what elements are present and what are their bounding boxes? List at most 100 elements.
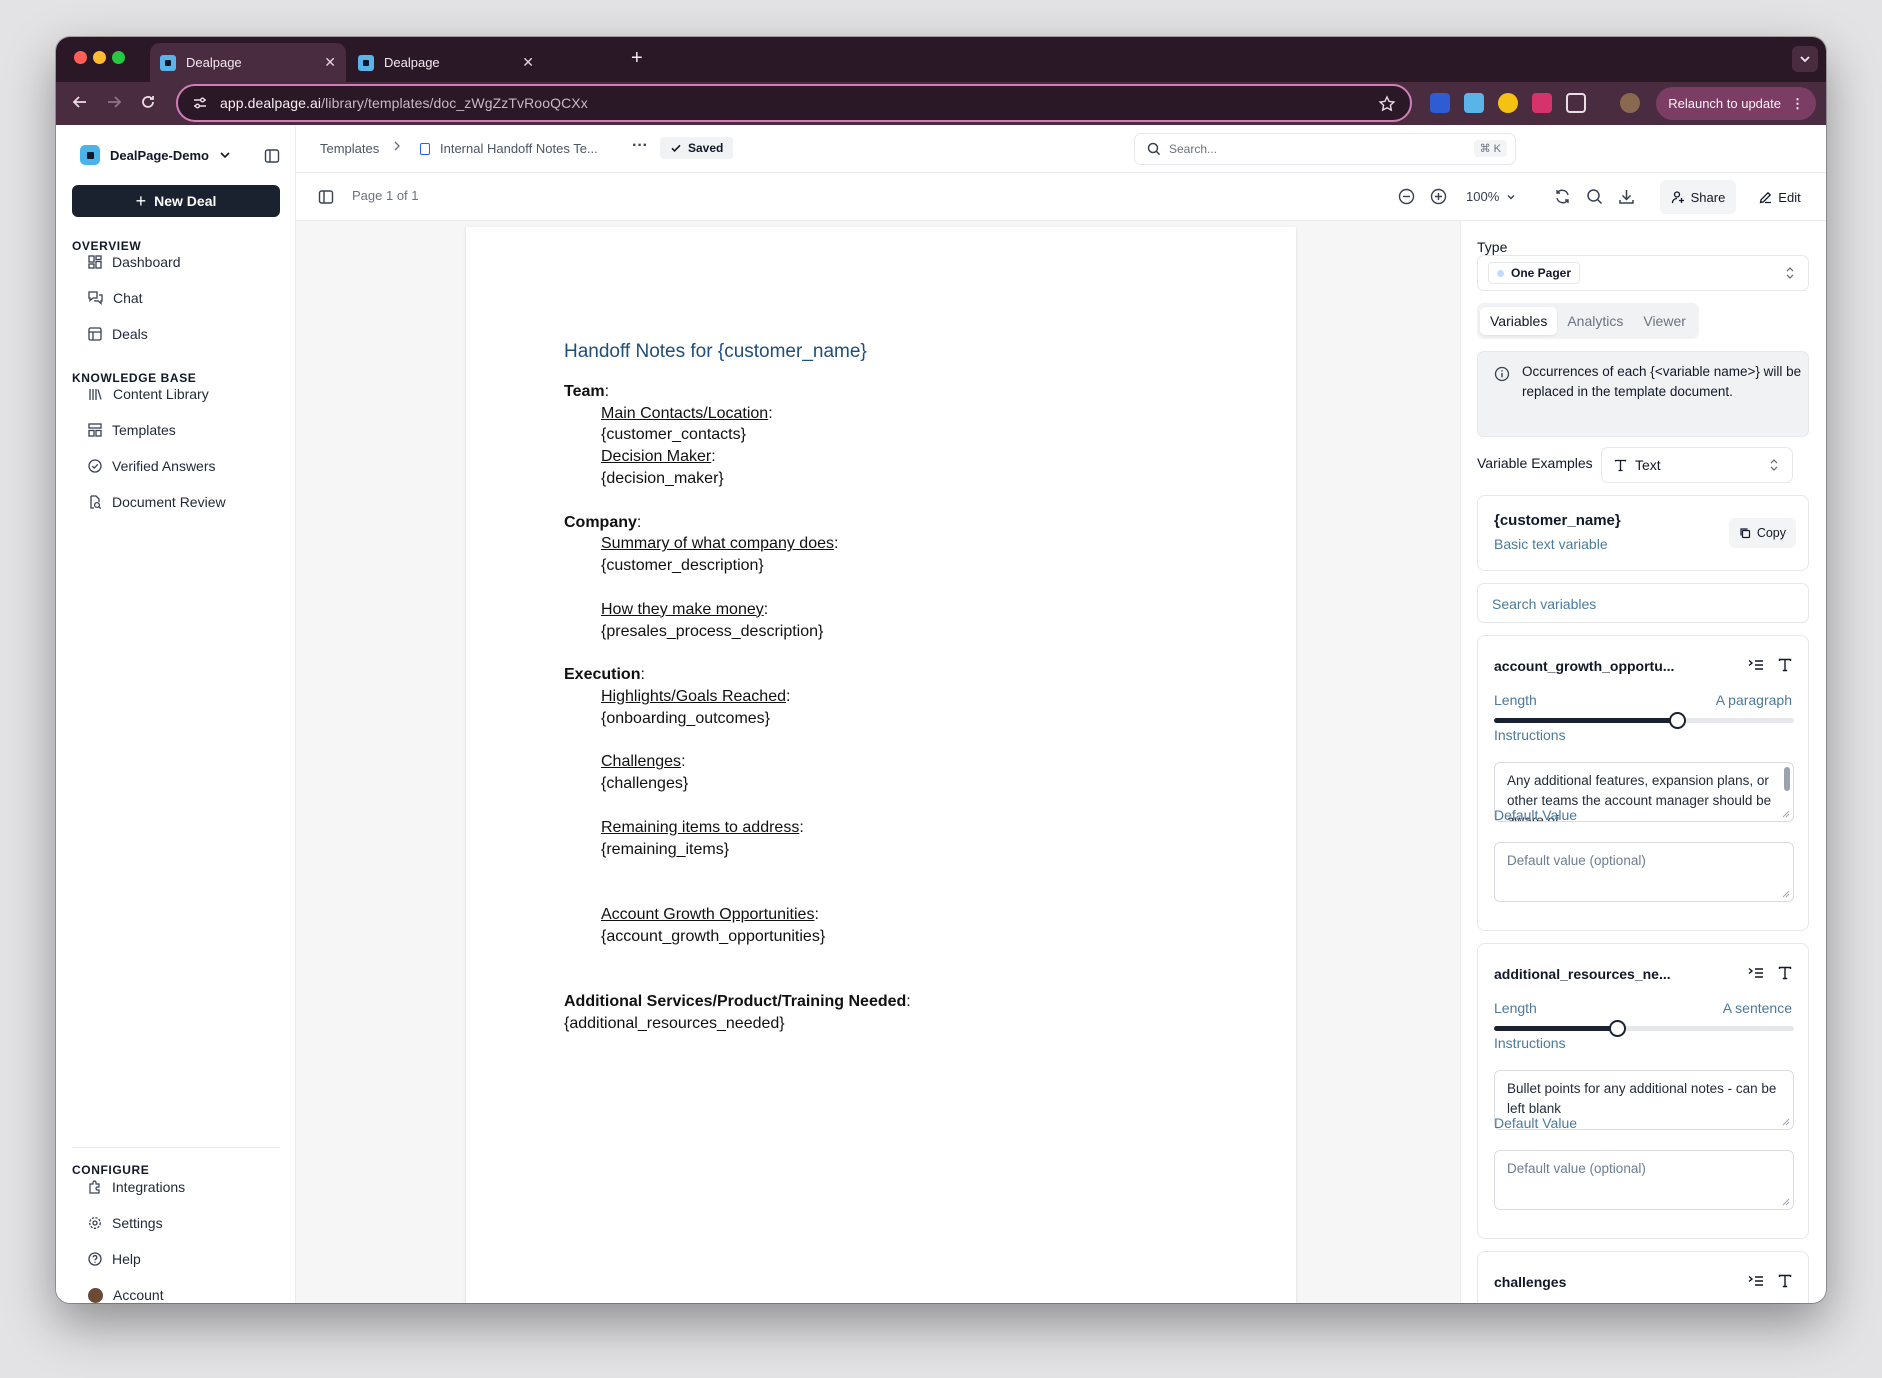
breadcrumb-templates[interactable]: Templates bbox=[320, 141, 379, 156]
document-content[interactable]: Handoff Notes for {customer_name} Team: … bbox=[564, 341, 1264, 1035]
highlights-label: Highlights/Goals Reached bbox=[601, 687, 786, 705]
dealpage-extension-icon[interactable] bbox=[1464, 93, 1484, 113]
address-bar[interactable]: app.dealpage.ai/library/templates/doc_zW… bbox=[176, 84, 1412, 122]
sidebar-item-help[interactable]: Help bbox=[88, 1251, 141, 1267]
variable-examples-label: Variable Examples bbox=[1477, 455, 1593, 471]
search-variables-input[interactable]: Search variables bbox=[1477, 583, 1809, 623]
sidebar-item-deals[interactable]: Deals bbox=[88, 326, 148, 342]
workspace-switcher[interactable]: DealPage-Demo bbox=[80, 145, 231, 165]
new-deal-button[interactable]: + New Deal bbox=[72, 185, 280, 217]
slider-thumb[interactable] bbox=[1669, 712, 1686, 729]
resize-grip-icon[interactable] bbox=[1782, 890, 1790, 898]
textarea-scrollbar[interactable] bbox=[1784, 767, 1790, 791]
resize-grip-icon[interactable] bbox=[1782, 1118, 1790, 1126]
back-arrow-icon[interactable] bbox=[70, 92, 90, 112]
sidebar-item-dashboard[interactable]: Dashboard bbox=[88, 254, 181, 270]
example-variable-desc: Basic text variable bbox=[1494, 536, 1608, 552]
resize-grip-icon[interactable] bbox=[1782, 810, 1790, 818]
breadcrumb-document[interactable]: Internal Handoff Notes Te... bbox=[420, 141, 598, 156]
forward-arrow-icon[interactable] bbox=[104, 92, 124, 112]
tab-strip: Dealpage ✕ Dealpage ✕ + bbox=[56, 37, 1826, 82]
list-format-icon[interactable] bbox=[1748, 1274, 1764, 1288]
zoom-select[interactable]: 100% bbox=[1466, 189, 1516, 204]
check-icon bbox=[671, 144, 681, 153]
check-circle-icon bbox=[88, 459, 102, 473]
length-value: A paragraph bbox=[1715, 692, 1792, 708]
close-tab-icon[interactable]: ✕ bbox=[324, 54, 336, 71]
document-page: Handoff Notes for {customer_name} Team: … bbox=[466, 227, 1296, 1303]
company-summary-label: Summary of what company does bbox=[601, 535, 834, 553]
search-input[interactable]: Search... ⌘ K bbox=[1134, 133, 1516, 165]
bookmark-star-icon[interactable] bbox=[1378, 95, 1396, 113]
share-button[interactable]: Share bbox=[1660, 180, 1736, 214]
text-type-icon[interactable] bbox=[1778, 1274, 1792, 1288]
share-user-icon bbox=[1671, 191, 1684, 204]
sidebar-item-verified-answers[interactable]: Verified Answers bbox=[88, 458, 216, 474]
resize-grip-icon[interactable] bbox=[1782, 1198, 1790, 1206]
variables-panel: Type One Pager Variables Analytics Viewe… bbox=[1460, 221, 1826, 1303]
edit-pencil-icon bbox=[1759, 191, 1772, 203]
chevron-down-icon bbox=[1507, 194, 1515, 199]
refresh-icon[interactable] bbox=[1554, 188, 1571, 205]
toggle-pages-panel-icon[interactable] bbox=[318, 189, 334, 205]
close-window-icon[interactable] bbox=[74, 51, 87, 64]
document-file-icon bbox=[420, 142, 430, 155]
zoom-in-icon[interactable] bbox=[1430, 188, 1447, 205]
more-options-icon[interactable]: ··· bbox=[632, 137, 648, 155]
extension-dollar-icon[interactable] bbox=[1532, 93, 1552, 113]
relaunch-button[interactable]: Relaunch to update ⋮ bbox=[1656, 87, 1816, 120]
tab-analytics[interactable]: Analytics bbox=[1557, 307, 1633, 335]
extension-a-icon[interactable] bbox=[1498, 93, 1518, 113]
new-tab-plus-icon[interactable]: + bbox=[631, 47, 643, 69]
download-icon[interactable] bbox=[1618, 188, 1635, 205]
default-value-input[interactable]: Default value (optional) bbox=[1494, 1150, 1794, 1210]
sidebar-item-settings[interactable]: Settings bbox=[88, 1215, 163, 1231]
tab-search-chevron-icon[interactable] bbox=[1792, 46, 1818, 72]
edit-button[interactable]: Edit bbox=[1748, 180, 1812, 214]
company-money-var: {presales_process_description} bbox=[601, 622, 824, 640]
copy-button[interactable]: Copy bbox=[1728, 518, 1796, 548]
length-slider[interactable] bbox=[1494, 1020, 1794, 1037]
tab-variables[interactable]: Variables bbox=[1480, 307, 1558, 335]
zoom-out-icon[interactable] bbox=[1398, 188, 1415, 205]
section-configure: CONFIGURE bbox=[72, 1163, 150, 1177]
close-tab-icon[interactable]: ✕ bbox=[522, 54, 534, 71]
sidebar-item-chat[interactable]: Chat bbox=[88, 290, 143, 306]
chevrons-up-down-icon bbox=[1770, 459, 1778, 471]
variable-card: challenges bbox=[1477, 1251, 1809, 1303]
maximize-window-icon[interactable] bbox=[112, 51, 125, 64]
search-shortcut: ⌘ K bbox=[1473, 140, 1507, 157]
sidebar-item-integrations[interactable]: Integrations bbox=[88, 1179, 185, 1195]
type-dot-icon bbox=[1497, 269, 1504, 277]
browser-tab-2[interactable]: Dealpage ✕ bbox=[348, 43, 544, 82]
tab-viewer[interactable]: Viewer bbox=[1633, 307, 1696, 335]
reload-icon[interactable] bbox=[138, 92, 158, 112]
sidebar-item-content-library[interactable]: Content Library bbox=[88, 386, 209, 402]
site-settings-icon[interactable] bbox=[192, 95, 208, 111]
instructions-label: Instructions bbox=[1494, 727, 1566, 743]
sidebar-item-templates[interactable]: Templates bbox=[88, 422, 176, 438]
examples-type-select[interactable]: Text bbox=[1601, 447, 1793, 483]
minimize-window-icon[interactable] bbox=[93, 51, 106, 64]
collapse-sidebar-icon[interactable] bbox=[264, 148, 280, 164]
browser-tab-1[interactable]: Dealpage ✕ bbox=[150, 43, 346, 82]
profile-avatar[interactable] bbox=[1620, 93, 1640, 113]
length-slider[interactable] bbox=[1494, 712, 1794, 729]
dealpage-favicon-icon bbox=[160, 54, 176, 71]
list-format-icon[interactable] bbox=[1748, 966, 1764, 980]
sidebar-item-document-review[interactable]: Document Review bbox=[88, 494, 226, 510]
list-format-icon[interactable] bbox=[1748, 658, 1764, 672]
text-type-icon[interactable] bbox=[1778, 966, 1792, 980]
example-variable-name: {customer_name} bbox=[1494, 512, 1621, 529]
extensions-puzzle-icon[interactable] bbox=[1566, 93, 1586, 113]
slider-thumb[interactable] bbox=[1609, 1020, 1626, 1037]
text-type-icon[interactable] bbox=[1778, 658, 1792, 672]
settings-gear-icon bbox=[89, 1217, 101, 1229]
growth-label: Account Growth Opportunities bbox=[601, 905, 815, 923]
type-select[interactable]: One Pager bbox=[1477, 255, 1809, 291]
bitwarden-extension-icon[interactable] bbox=[1430, 93, 1450, 113]
sidebar-item-account[interactable]: Account bbox=[88, 1287, 164, 1303]
default-value-input[interactable]: Default value (optional) bbox=[1494, 842, 1794, 902]
find-search-icon[interactable] bbox=[1586, 188, 1603, 205]
examples-type-value: Text bbox=[1635, 457, 1661, 473]
